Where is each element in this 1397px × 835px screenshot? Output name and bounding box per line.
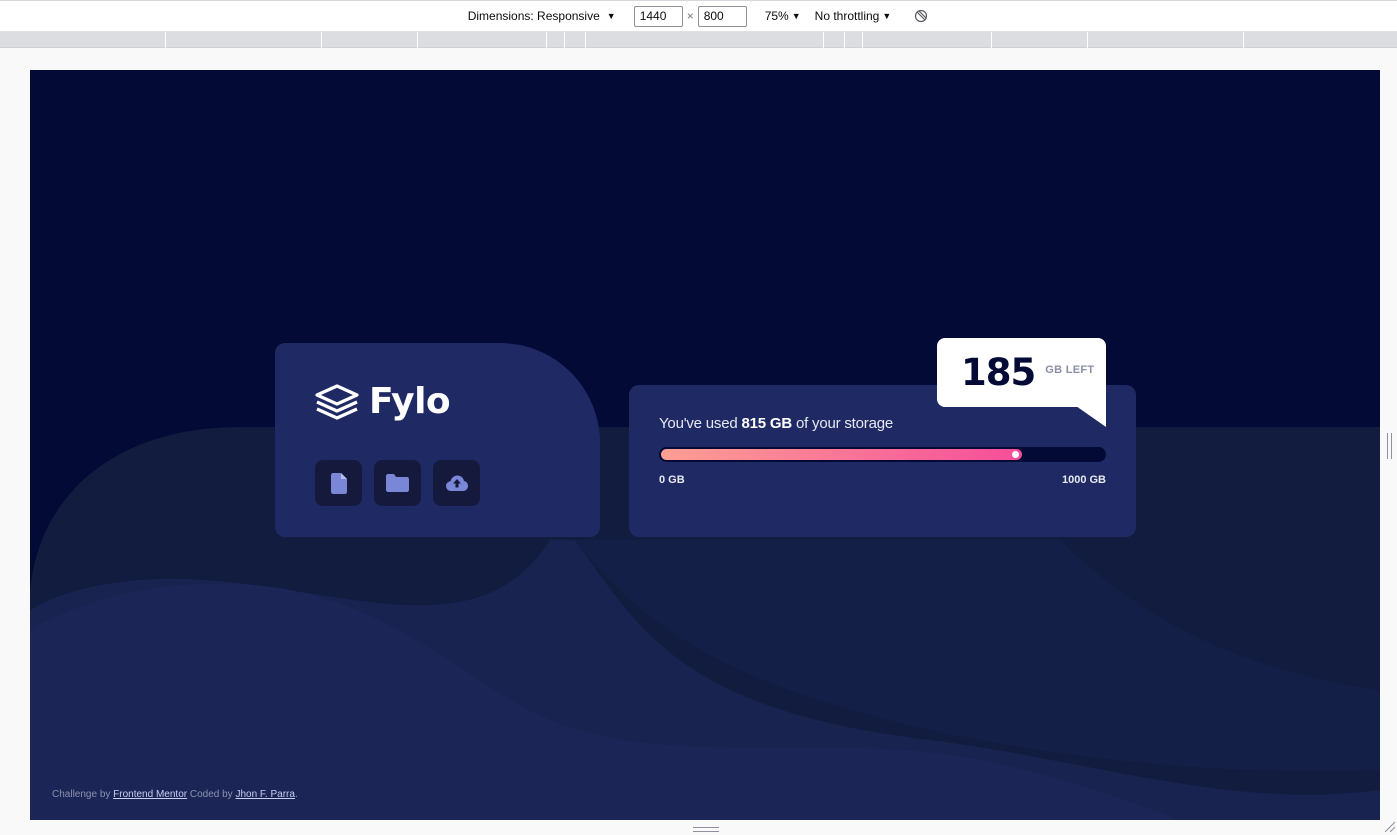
zoom-label: 75% (764, 9, 789, 23)
storage-progress-fill (661, 449, 1023, 460)
ruler-mark (844, 32, 845, 48)
throttling-caret-icon: ▼ (882, 11, 892, 21)
page-viewport: Fylo You've used 815 GB of your storage … (30, 70, 1380, 820)
usage-suffix: of your storage (791, 415, 894, 432)
responsive-design-toolbar: Dimensions: Responsive ▼ × 75% ▼ No thro… (0, 0, 1397, 32)
ruler-mark (546, 32, 547, 48)
document-icon (330, 472, 347, 494)
attribution-suffix: . (294, 789, 298, 800)
document-button[interactable] (315, 460, 362, 506)
file-actions (315, 460, 560, 506)
zoom-select[interactable]: 75% ▼ (765, 9, 801, 23)
ruler-mark (585, 32, 586, 48)
attribution-prefix: Challenge by (52, 789, 114, 800)
ruler-mark (862, 32, 863, 48)
usage-prefix: You've used (659, 415, 742, 432)
progress-scale: 0 GB 1000 GB (659, 474, 1106, 486)
folder-button[interactable] (374, 460, 421, 506)
ruler-mark (1087, 32, 1088, 48)
used-amount: 815 GB (741, 415, 792, 432)
ruler-mark (991, 32, 992, 48)
ruler-mark (165, 32, 166, 48)
throttling-select[interactable]: No throttling ▼ (815, 9, 892, 23)
throttling-label: No throttling (814, 9, 880, 23)
layers-logo-icon (315, 383, 359, 420)
viewport-width-input[interactable] (633, 5, 683, 27)
ruler-mark (1243, 32, 1244, 48)
rotate-icon (915, 9, 928, 23)
scale-max-label: 1000 GB (1061, 474, 1106, 486)
progress-knob (1012, 451, 1020, 458)
upload-icon (445, 475, 468, 491)
ruler-mark (564, 32, 565, 48)
dimension-separator: × (686, 9, 694, 23)
rotate-viewport-button[interactable] (913, 8, 929, 24)
dimensions-label: Dimensions: Responsive (467, 9, 600, 23)
remaining-storage-bubble: 185 GB LEFT (937, 338, 1106, 407)
storage-card: You've used 815 GB of your storage 0 GB … (629, 385, 1136, 537)
frontend-mentor-link[interactable]: Frontend Mentor (113, 789, 187, 800)
zoom-caret-icon: ▼ (791, 11, 801, 21)
remaining-unit: GB LEFT (1045, 363, 1095, 376)
remaining-value: 185 (961, 351, 1036, 394)
media-query-ruler (0, 32, 1397, 48)
brand-card: Fylo (275, 343, 600, 537)
brand-name: Fylo (369, 381, 451, 422)
viewport-corner-resize-handle[interactable] (1383, 820, 1395, 832)
folder-icon (386, 474, 409, 492)
brand-logo: Fylo (315, 381, 560, 422)
coded-by-prefix: Coded by (187, 789, 236, 800)
viewport-width-resize-handle[interactable] (1387, 433, 1392, 459)
attribution: Challenge by Frontend Mentor Coded by Jh… (52, 789, 298, 800)
usage-summary: You've used 815 GB of your storage (659, 415, 1106, 432)
bubble-tail (1076, 406, 1106, 427)
ruler-mark (417, 32, 418, 48)
viewport-height-resize-handle[interactable] (693, 827, 719, 832)
storage-progress-track (659, 447, 1106, 462)
scale-min-label: 0 GB (659, 474, 685, 486)
ruler-mark (321, 32, 322, 48)
upload-button[interactable] (433, 460, 480, 506)
viewport-height-input[interactable] (697, 5, 747, 27)
dimensions-caret-icon: ▼ (606, 11, 616, 21)
author-link[interactable]: Jhon F. Parra (235, 789, 294, 800)
ruler-mark (823, 32, 824, 48)
dimensions-select[interactable]: Dimensions: Responsive ▼ (468, 9, 616, 23)
